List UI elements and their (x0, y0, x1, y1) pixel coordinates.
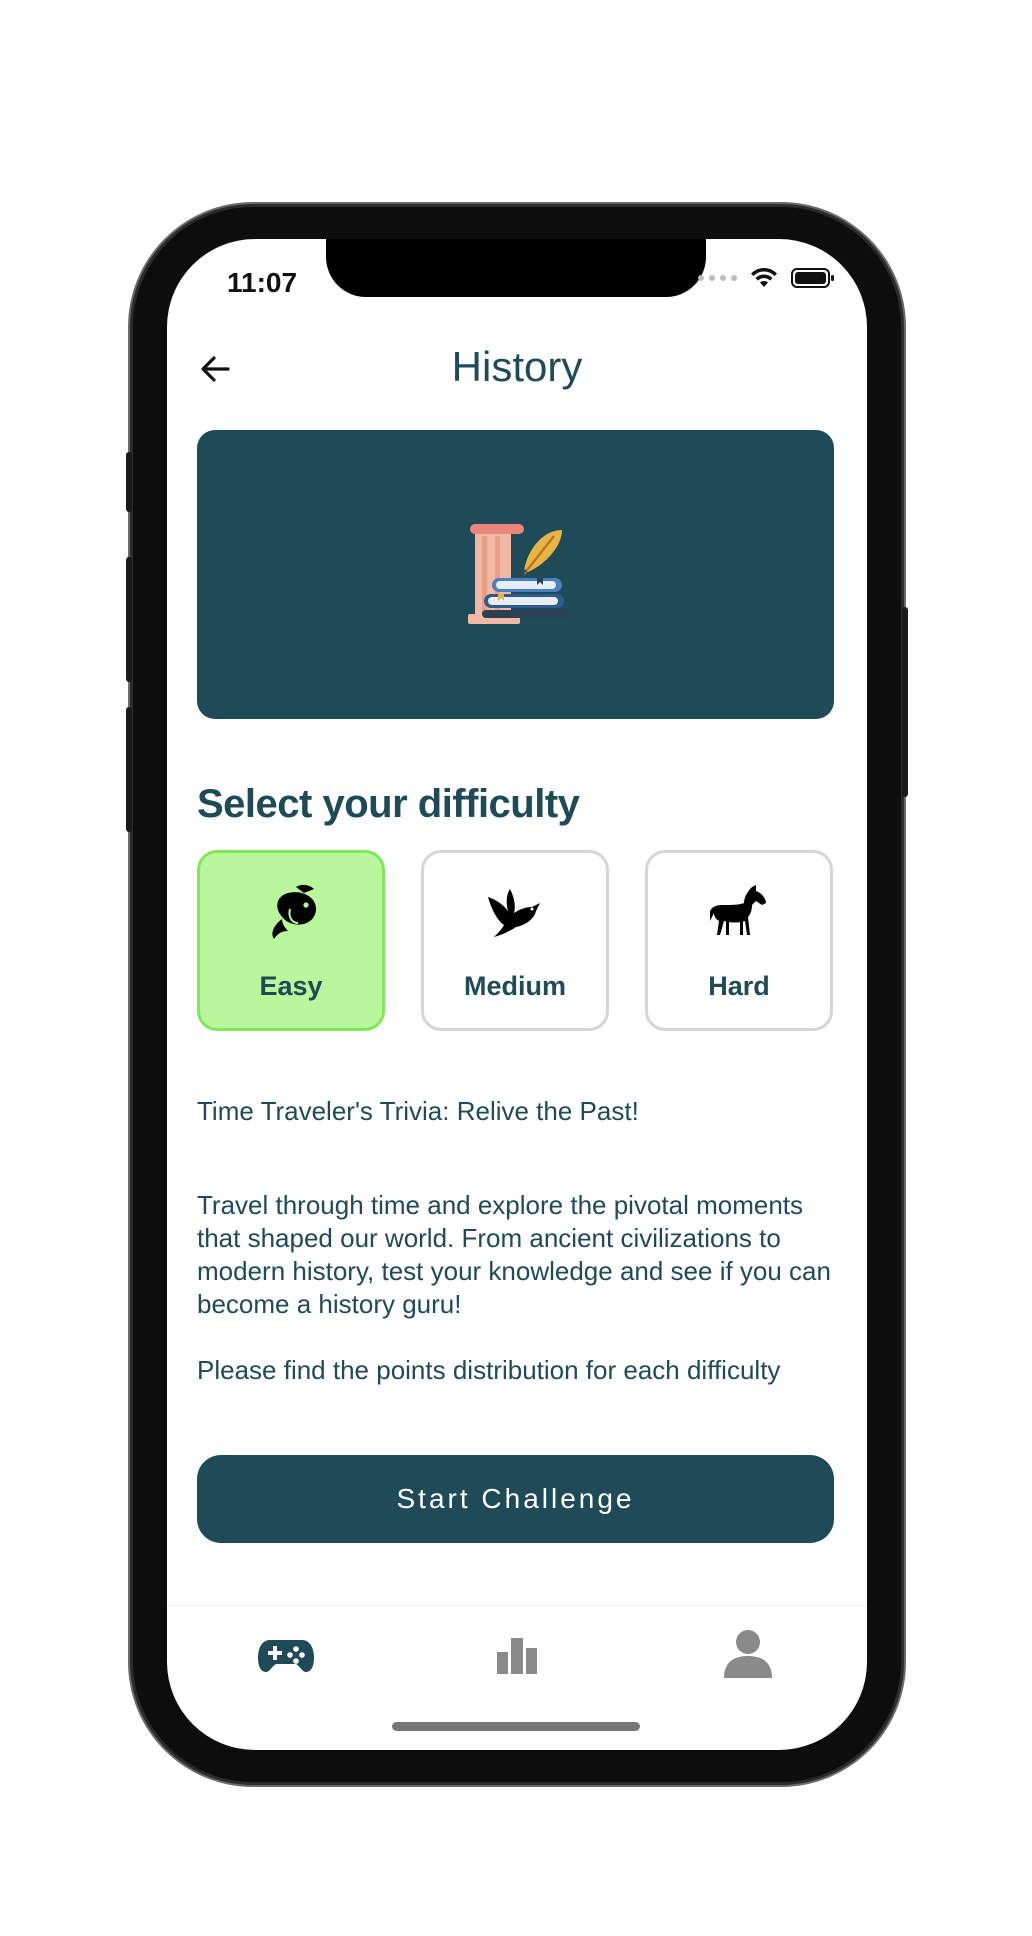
history-column-books-quill-icon (468, 524, 568, 624)
difficulty-hard-card[interactable]: Hard (645, 850, 833, 1031)
difficulty-easy-label: Easy (259, 971, 323, 1001)
phone-frame: 11:07 History Select your difficulty Eas… (126, 207, 908, 1782)
category-banner (197, 430, 834, 719)
signal-dots-icon (698, 275, 737, 281)
description-body: Travel through time and explore the pivo… (197, 1190, 831, 1319)
description-tagline: Time Traveler's Trivia: Relive the Past! (197, 1096, 639, 1126)
wifi-icon (751, 267, 777, 287)
app-screen: 11:07 History Select your difficulty Eas… (167, 239, 867, 1750)
horse-icon (710, 885, 766, 935)
power-button (902, 607, 908, 797)
leaderboard-icon[interactable] (487, 1624, 547, 1684)
difficulty-hard-label: Hard (708, 971, 770, 1001)
page-title: History (451, 343, 583, 390)
battery-icon (791, 268, 834, 288)
difficulty-easy-card[interactable]: Easy (197, 850, 385, 1031)
mute-switch (126, 452, 132, 512)
profile-icon[interactable] (718, 1624, 778, 1684)
start-challenge-button[interactable]: Start Challenge (197, 1455, 834, 1543)
volume-up-button (126, 557, 132, 682)
status-time: 11:07 (227, 267, 298, 298)
fish-icon (272, 884, 316, 939)
gamepad-icon[interactable] (256, 1624, 316, 1684)
difficulty-heading: Select your difficulty (197, 782, 580, 826)
difficulty-medium-card[interactable]: Medium (421, 850, 609, 1031)
difficulty-medium-label: Medium (463, 971, 566, 1001)
home-indicator (392, 1722, 640, 1731)
bird-icon (488, 889, 540, 937)
header: History (167, 329, 867, 409)
volume-down-button (126, 707, 132, 832)
notch (326, 239, 706, 297)
status-icons (698, 267, 835, 289)
points-distribution-note: Please find the points distribution for … (197, 1355, 781, 1385)
